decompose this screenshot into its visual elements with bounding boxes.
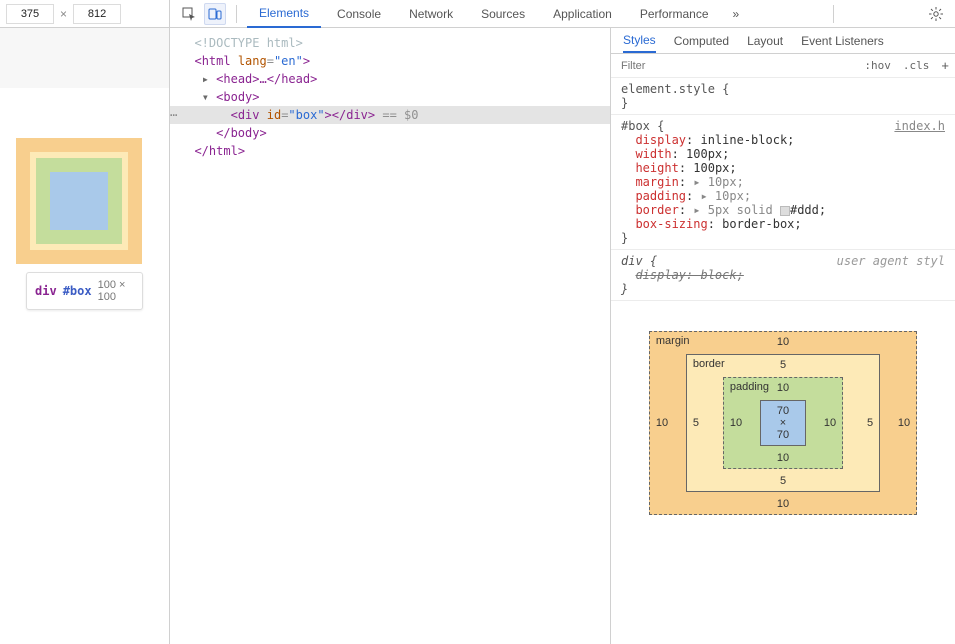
stab-layout[interactable]: Layout (747, 30, 783, 52)
ellipsis-icon[interactable]: ⋯ (170, 108, 176, 122)
box-model-diagram[interactable]: margin 10 10 10 10 border 5 5 5 5 padd (611, 301, 955, 525)
dom-tree[interactable]: <!DOCTYPE html> <html lang="en"> ▸ <head… (170, 28, 610, 644)
stab-computed[interactable]: Computed (674, 30, 729, 52)
stab-styles[interactable]: Styles (623, 29, 656, 53)
css-declaration[interactable]: width: 100px; (621, 147, 945, 161)
rule-element-style[interactable]: element.style { } (611, 78, 955, 115)
rule-user-agent[interactable]: div {user agent styl display: block; } (611, 250, 955, 301)
device-toggle-icon[interactable] (204, 3, 226, 25)
filter-row: :hov .cls + (611, 54, 955, 78)
css-declaration[interactable]: display: inline-block; (621, 133, 945, 147)
separator (236, 5, 237, 23)
source-link[interactable]: index.h (894, 119, 945, 133)
devtools-tabs: Elements Console Network Sources Applica… (170, 0, 955, 28)
dom-html-open[interactable]: <html lang="en"> (170, 52, 610, 70)
styles-pane: Styles Computed Layout Event Listeners :… (610, 28, 955, 644)
css-declaration[interactable]: height: 100px; (621, 161, 945, 175)
bm-content[interactable]: 70 × 70 (760, 400, 806, 446)
tab-sources[interactable]: Sources (469, 0, 537, 28)
cls-button[interactable]: .cls (897, 59, 936, 72)
tab-application[interactable]: Application (541, 0, 624, 28)
preview-box-wrap: div #box 100 × 100 (0, 88, 169, 320)
bm-margin[interactable]: margin 10 10 10 10 border 5 5 5 5 padd (649, 331, 917, 515)
separator (833, 5, 834, 23)
dimension-separator: × (60, 7, 67, 21)
gear-icon[interactable] (925, 3, 947, 25)
bm-border-label: border (693, 358, 725, 370)
style-tabs: Styles Computed Layout Event Listeners (611, 28, 955, 54)
tooltip-id: #box (63, 284, 92, 298)
tab-network[interactable]: Network (397, 0, 465, 28)
element-tooltip: div #box 100 × 100 (26, 272, 143, 310)
preview-canvas (0, 28, 169, 88)
tab-elements[interactable]: Elements (247, 0, 321, 28)
dom-html-close[interactable]: </html> (170, 142, 610, 160)
bm-border[interactable]: border 5 5 5 5 padding 10 10 10 10 (686, 354, 880, 492)
css-declaration[interactable]: box-sizing: border-box; (621, 217, 945, 231)
tab-performance[interactable]: Performance (628, 0, 721, 28)
stab-event-listeners[interactable]: Event Listeners (801, 30, 884, 52)
preview-padding (36, 158, 122, 244)
preview-content (50, 172, 108, 230)
tooltip-dimensions: 100 × 100 (98, 279, 134, 303)
css-declaration[interactable]: border: ▸ 5px solid #ddd; (621, 203, 945, 217)
add-rule-button[interactable]: + (935, 58, 955, 73)
css-declaration[interactable]: padding: ▸ 10px; (621, 189, 945, 203)
viewport-pane: × div #box 100 × 100 (0, 0, 170, 644)
rule-box[interactable]: #box {index.h display: inline-block; wid… (611, 115, 955, 250)
bm-padding[interactable]: padding 10 10 10 10 70 × 70 (723, 377, 843, 469)
dom-body-open[interactable]: ▾ <body> (170, 88, 610, 106)
bm-margin-label: margin (656, 335, 690, 347)
dom-doctype[interactable]: <!DOCTYPE html> (170, 34, 610, 52)
bm-padding-label: padding (730, 381, 769, 393)
devtools-main: Elements Console Network Sources Applica… (170, 0, 955, 644)
inspect-icon[interactable] (178, 3, 200, 25)
preview-margin[interactable] (16, 138, 142, 264)
user-agent-label: user agent styl (837, 254, 945, 268)
preview-border (30, 152, 128, 250)
viewport-height-input[interactable] (73, 4, 121, 24)
dom-head[interactable]: ▸ <head>…</head> (170, 70, 610, 88)
css-declaration[interactable]: margin: ▸ 10px; (621, 175, 945, 189)
hov-button[interactable]: :hov (858, 59, 897, 72)
dom-selected-div[interactable]: ⋯ <div id="box"></div> == $0 (170, 106, 610, 124)
viewport-width-input[interactable] (6, 4, 54, 24)
dom-body-close[interactable]: </body> (170, 124, 610, 142)
tabs-overflow[interactable]: » (725, 7, 748, 21)
tooltip-tag: div (35, 284, 57, 298)
viewport-dimensions: × (0, 0, 169, 28)
tab-console[interactable]: Console (325, 0, 393, 28)
filter-input[interactable] (611, 55, 858, 77)
